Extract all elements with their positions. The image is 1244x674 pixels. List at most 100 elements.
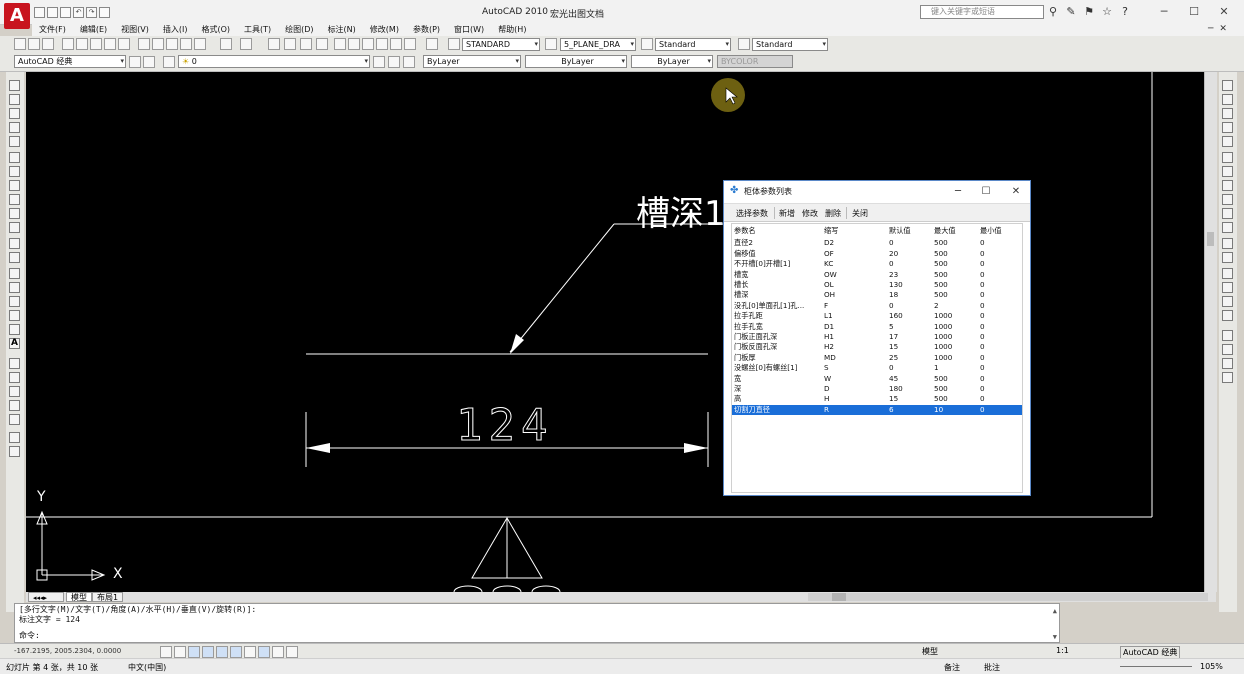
- offset-icon[interactable]: [1222, 122, 1233, 133]
- otrack-icon[interactable]: [230, 646, 242, 658]
- command-window[interactable]: [多行文字(M)/文字(T)/角度(A)/水平(H)/垂直(V)/旋转(R)]:…: [14, 603, 1060, 643]
- table-cell[interactable]: 1000: [934, 342, 978, 352]
- vertical-scrollbar[interactable]: [1204, 72, 1217, 592]
- table-cell[interactable]: 0: [980, 342, 1022, 352]
- stretch-icon[interactable]: [1222, 194, 1233, 205]
- extend-icon[interactable]: [1222, 222, 1233, 233]
- table-cell[interactable]: 0: [889, 301, 931, 311]
- table-cell[interactable]: 20: [889, 249, 931, 259]
- column-header[interactable]: 参数名: [734, 226, 822, 236]
- linetype-combo[interactable]: ByLayer ▾: [525, 55, 627, 68]
- table-cell[interactable]: 没螺丝[0]有螺丝[1]: [734, 363, 822, 373]
- add-button[interactable]: 新增: [779, 208, 795, 219]
- table-cell[interactable]: 没孔[0]单面孔[1]孔...: [734, 301, 822, 311]
- publish-icon[interactable]: [90, 38, 102, 50]
- zoom-realtime-icon[interactable]: [284, 38, 296, 50]
- chamfer-icon[interactable]: [1222, 268, 1233, 279]
- table-cell[interactable]: 门板正面孔深: [734, 332, 822, 342]
- menu-modify[interactable]: 修改(M): [363, 24, 406, 36]
- ducs-icon[interactable]: [244, 646, 256, 658]
- zoom-previous-icon[interactable]: [316, 38, 328, 50]
- move-icon[interactable]: [1222, 152, 1233, 163]
- table-cell[interactable]: 0: [980, 405, 1022, 415]
- table-cell[interactable]: 0: [980, 280, 1022, 290]
- join-icon[interactable]: [1222, 252, 1233, 263]
- quickcalc-icon[interactable]: [404, 38, 416, 50]
- save-icon[interactable]: [60, 7, 71, 18]
- new-icon[interactable]: [34, 7, 45, 18]
- lwt-icon[interactable]: [272, 646, 284, 658]
- tab-model[interactable]: 模型: [66, 592, 92, 602]
- scroll-up-icon[interactable]: ▲: [1053, 606, 1057, 616]
- array-icon[interactable]: [1222, 136, 1233, 147]
- table-cell[interactable]: 0: [980, 363, 1022, 373]
- table-cell[interactable]: 500: [934, 249, 978, 259]
- binoculars-icon[interactable]: ⚲: [1046, 5, 1060, 19]
- table-cell[interactable]: 500: [934, 394, 978, 404]
- table-cell[interactable]: 25: [889, 353, 931, 363]
- table-cell[interactable]: 500: [934, 270, 978, 280]
- layer-previous-icon[interactable]: [388, 56, 400, 68]
- table-cell[interactable]: 500: [934, 384, 978, 394]
- minimize-button[interactable]: ─: [1150, 3, 1178, 21]
- arc-icon[interactable]: [9, 152, 20, 163]
- revcloud-icon[interactable]: [9, 180, 20, 191]
- tool-h-icon[interactable]: [1222, 330, 1233, 341]
- save-file-icon[interactable]: [42, 38, 54, 50]
- table-cell[interactable]: 0: [980, 322, 1022, 332]
- vscroll-thumb[interactable]: [1207, 232, 1214, 246]
- doc-minimize-icon[interactable]: ─: [1208, 24, 1213, 34]
- region-icon[interactable]: [9, 310, 20, 321]
- paste-icon[interactable]: [166, 38, 178, 50]
- open-icon[interactable]: [47, 7, 58, 18]
- hatch-icon[interactable]: [9, 282, 20, 293]
- tool-palettes-icon[interactable]: [362, 38, 374, 50]
- fillet-icon[interactable]: [1222, 282, 1233, 293]
- rotate-icon[interactable]: [1222, 166, 1233, 177]
- dialog-close-button[interactable]: ✕: [1004, 184, 1028, 200]
- undo-tb-icon[interactable]: [220, 38, 232, 50]
- column-header[interactable]: 最小值: [980, 226, 1022, 236]
- spline-icon[interactable]: [9, 194, 20, 205]
- table-cell[interactable]: D: [824, 384, 886, 394]
- tool-i-icon[interactable]: [1222, 344, 1233, 355]
- tab-nav-buttons[interactable]: ◂◂◂▸: [28, 592, 64, 602]
- scale-icon[interactable]: [1222, 180, 1233, 191]
- copy-object-icon[interactable]: [1222, 94, 1233, 105]
- menu-format[interactable]: 格式(O): [194, 24, 237, 36]
- application-menu-button[interactable]: A: [4, 3, 30, 29]
- grid-icon[interactable]: [174, 646, 186, 658]
- menu-edit[interactable]: 编辑(E): [73, 24, 114, 36]
- plot-icon[interactable]: [99, 7, 110, 18]
- circle-icon[interactable]: [9, 166, 20, 177]
- text-style-combo[interactable]: STANDARD ▾: [462, 38, 540, 51]
- table-cell[interactable]: D1: [824, 322, 886, 332]
- search-input[interactable]: 键入关键字或短语: [920, 5, 1044, 19]
- help-icon[interactable]: ?: [1118, 5, 1132, 19]
- command-prompt[interactable]: 命令:: [19, 631, 40, 641]
- table-cell[interactable]: OL: [824, 280, 886, 290]
- workspace-settings-icon[interactable]: [129, 56, 141, 68]
- tool-d-icon[interactable]: [9, 400, 20, 411]
- explode-icon[interactable]: [1222, 296, 1233, 307]
- menu-view[interactable]: 视图(V): [114, 24, 156, 36]
- table-cell[interactable]: 0: [980, 238, 1022, 248]
- tool-c-icon[interactable]: [9, 386, 20, 397]
- table-cell[interactable]: 槽长: [734, 280, 822, 290]
- table-cell[interactable]: 0: [980, 311, 1022, 321]
- polygon-icon[interactable]: [9, 122, 20, 133]
- column-header[interactable]: 默认值: [889, 226, 931, 236]
- draworder-icon[interactable]: [1222, 310, 1233, 321]
- gradient-icon[interactable]: [9, 296, 20, 307]
- table-cell[interactable]: 15: [889, 342, 931, 352]
- notes-button[interactable]: 备注: [944, 662, 960, 673]
- table-icon[interactable]: [9, 324, 20, 335]
- horizontal-scrollbar[interactable]: [808, 593, 1208, 601]
- zoom-slider[interactable]: [1120, 666, 1192, 667]
- table-cell[interactable]: 6: [889, 405, 931, 415]
- table-cell[interactable]: 17: [889, 332, 931, 342]
- zoom-window-icon[interactable]: [300, 38, 312, 50]
- dialog-maximize-button[interactable]: ☐: [974, 184, 998, 200]
- table-cell[interactable]: 45: [889, 374, 931, 384]
- table-cell[interactable]: 0: [889, 363, 931, 373]
